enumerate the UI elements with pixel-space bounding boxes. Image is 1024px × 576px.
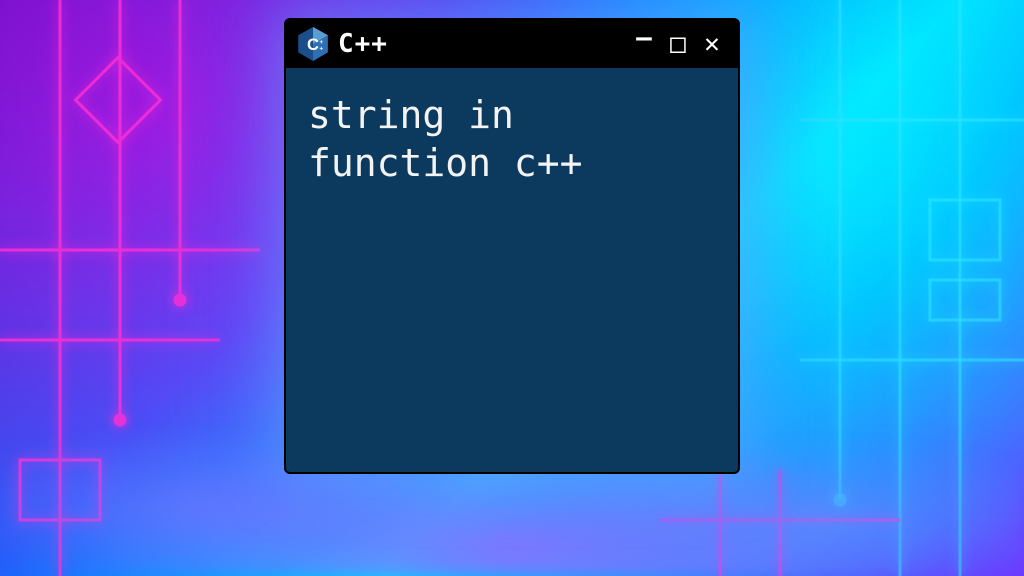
minimize-button[interactable]: –	[630, 25, 658, 51]
svg-text:+: +	[319, 39, 323, 46]
svg-text:C: C	[307, 35, 319, 54]
terminal-content: string in function c++	[286, 68, 738, 472]
cpp-logo-icon: C + +	[298, 27, 328, 61]
window-controls: – □ ✕	[630, 31, 726, 57]
titlebar[interactable]: C + + C++ – □ ✕	[286, 20, 738, 68]
terminal-window: C + + C++ – □ ✕ string in function c++	[284, 18, 740, 474]
window-title: C++	[338, 29, 388, 59]
svg-text:+: +	[319, 46, 323, 53]
maximize-button[interactable]: □	[664, 31, 692, 57]
close-button[interactable]: ✕	[698, 31, 726, 57]
